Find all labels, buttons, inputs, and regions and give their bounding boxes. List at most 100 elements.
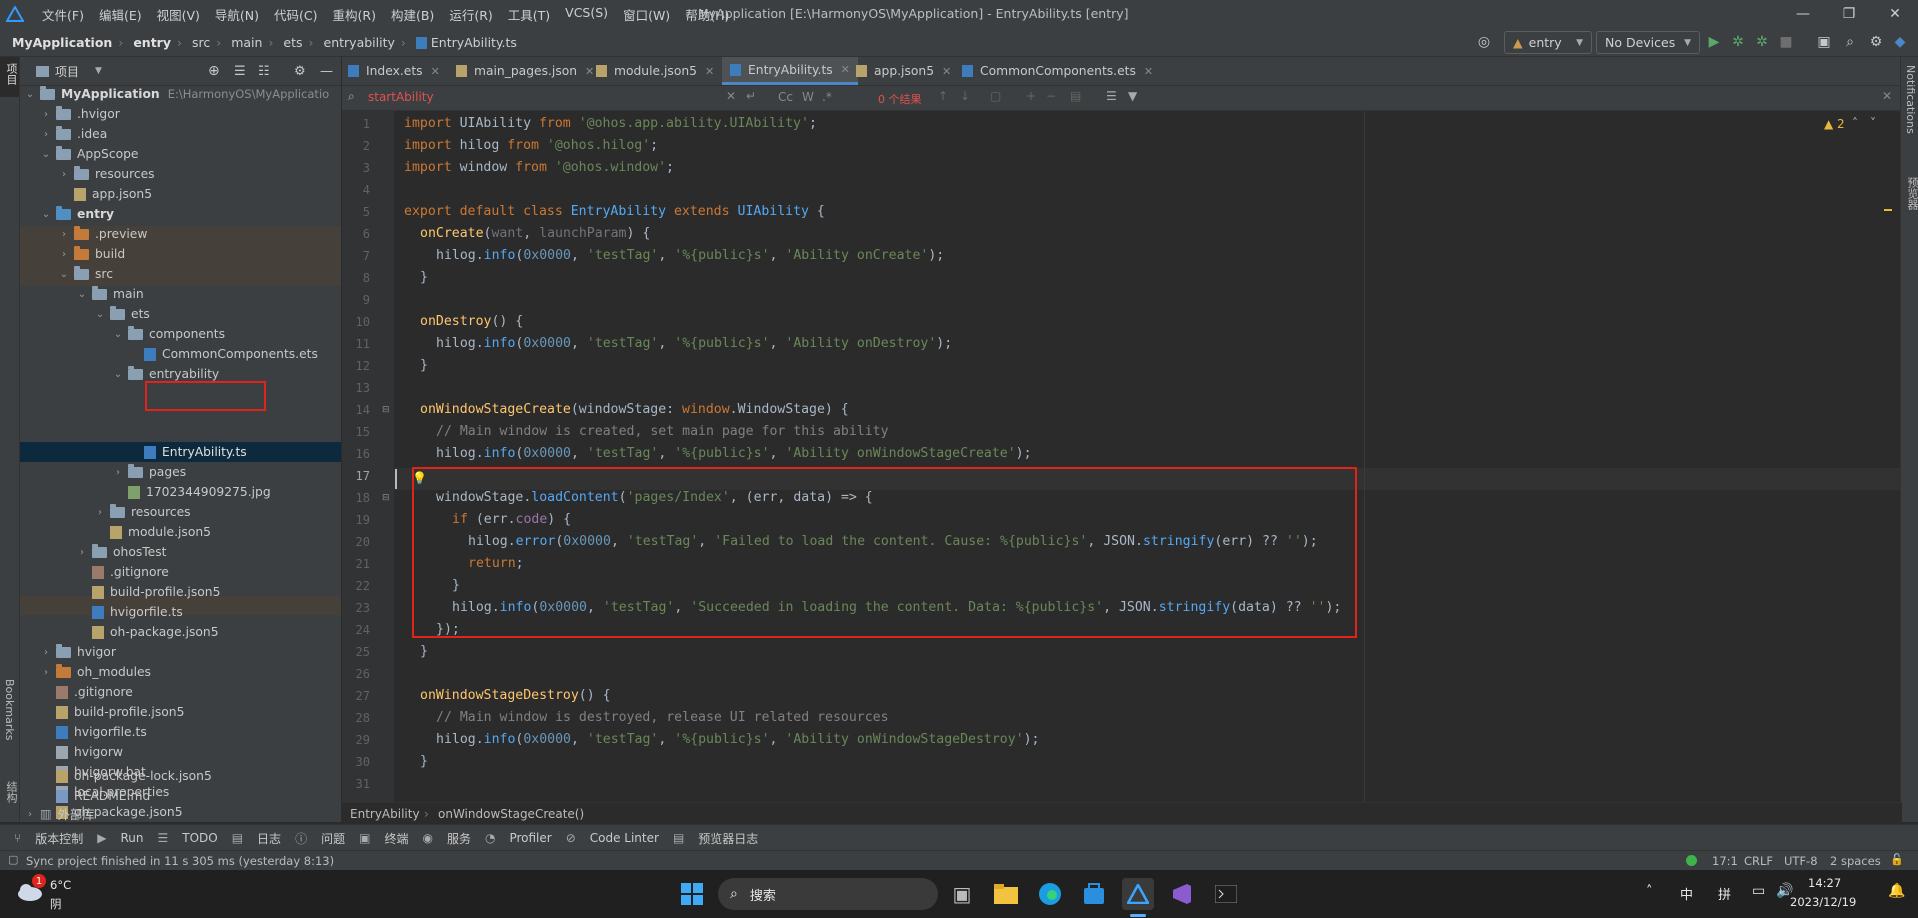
close-icon[interactable]: ✕ <box>705 65 714 78</box>
expand-all-icon[interactable]: ☰ <box>234 64 246 79</box>
status-message[interactable]: Sync project finished in 11 s 305 ms (ye… <box>26 854 334 868</box>
tree-item[interactable]: oh-package-lock.json5 <box>52 766 212 786</box>
notifications-stripe-label[interactable]: Notifications <box>1904 65 1917 134</box>
tree-item[interactable]: › .preview <box>58 224 147 244</box>
previous-occurrence-icon[interactable]: ↑ <box>938 89 948 103</box>
menu-view[interactable]: 视图(V) <box>157 5 200 24</box>
tree-item[interactable]: oh-package.json5 <box>88 622 219 642</box>
tree-item[interactable]: ⌄ main <box>76 284 144 304</box>
locate-icon[interactable]: ⊕ <box>208 63 220 79</box>
settings-icon[interactable]: ⚙ <box>1866 32 1886 52</box>
hide-icon[interactable]: — <box>320 64 333 79</box>
lock-icon[interactable]: 🔓 <box>1890 853 1904 866</box>
tree-item[interactable]: ⌄ AppScope <box>40 144 139 164</box>
close-icon[interactable]: ✕ <box>585 65 594 78</box>
tree-item-external-libs[interactable]: › ▥ 外部库 <box>24 804 95 824</box>
notifications-icon[interactable]: 🔔 <box>1888 883 1905 899</box>
remove-selection-icon[interactable]: − <box>1046 89 1056 103</box>
tree-item[interactable]: .gitignore <box>88 562 169 582</box>
chevron-down-icon[interactable]: ˅ <box>1870 116 1876 130</box>
network-icon[interactable]: ▭ <box>1752 883 1765 899</box>
menu-navigate[interactable]: 导航(N) <box>215 5 259 24</box>
search-icon[interactable]: ⌕ <box>1840 32 1860 52</box>
menu-vcs[interactable]: VCS(S) <box>565 5 608 24</box>
tab-app-json5[interactable]: app.json5 ✕ <box>856 57 951 85</box>
breadcrumb-item[interactable]: EntryAbility.ts <box>431 35 517 50</box>
chevron-up-icon[interactable]: ˄ <box>1852 116 1858 130</box>
clock-date[interactable]: 2023/12/19 <box>1790 895 1856 909</box>
clock-time[interactable]: 14:27 <box>1808 876 1841 890</box>
tool-window-services[interactable]: 服务 <box>447 830 471 847</box>
search-input[interactable]: startAbility <box>368 90 434 104</box>
breadcrumb-item[interactable]: entryability <box>324 35 395 50</box>
bookmarks-stripe-label[interactable]: Bookmarks <box>3 679 16 740</box>
line-separator[interactable]: CRLF <box>1744 854 1773 868</box>
whole-words-toggle[interactable]: W <box>802 90 814 104</box>
regex-toggle[interactable]: .* <box>822 90 832 104</box>
start-button[interactable] <box>676 878 708 910</box>
menu-file[interactable]: 文件(F) <box>42 5 84 24</box>
select-all-icon[interactable]: ▤ <box>1070 89 1081 103</box>
add-selection-icon[interactable]: + <box>1026 89 1036 103</box>
collapse-all-icon[interactable]: ☷ <box>258 64 270 79</box>
tool-window-problems[interactable]: 问题 <box>321 830 345 847</box>
store-icon[interactable] <box>1078 878 1110 910</box>
structure-stripe-label[interactable]: 结构 <box>3 781 19 803</box>
tree-item[interactable]: CommonComponents.ets <box>140 344 318 364</box>
minimize-button[interactable]: — <box>1780 0 1826 28</box>
caret-position[interactable]: 17:1 <box>1712 854 1738 868</box>
project-panel-title[interactable]: 项目 <box>55 63 79 80</box>
match-case-toggle[interactable]: Cc <box>778 90 793 104</box>
menu-tools[interactable]: 工具(T) <box>508 5 550 24</box>
weather-widget[interactable]: 1 <box>16 874 46 904</box>
tool-window-terminal[interactable]: 终端 <box>384 830 408 847</box>
tree-item[interactable]: › .idea <box>40 124 107 144</box>
tree-item[interactable]: module.json5 <box>106 522 211 542</box>
file-encoding[interactable]: UTF-8 <box>1784 854 1818 868</box>
close-icon[interactable]: ✕ <box>1144 65 1153 78</box>
tree-item[interactable]: hvigorfile.ts <box>52 722 147 742</box>
tree-item[interactable]: hvigorfile.ts <box>88 602 183 622</box>
tree-item[interactable]: › pages <box>112 462 186 482</box>
close-window-button[interactable]: ✕ <box>1872 0 1918 28</box>
breadcrumb-item[interactable]: entry <box>133 35 171 50</box>
menu-edit[interactable]: 编辑(E) <box>99 5 142 24</box>
fold-marker-icon[interactable]: ⊟ <box>382 405 390 415</box>
chevron-up-icon[interactable]: ˄ <box>1646 884 1653 899</box>
tree-item[interactable]: README.md <box>52 786 150 806</box>
tool-window-previewer-log[interactable]: 预览器日志 <box>698 830 758 847</box>
fold-marker-icon[interactable]: ⊟ <box>382 493 390 503</box>
tool-window-log[interactable]: 日志 <box>257 830 281 847</box>
tool-window-vcs[interactable]: 版本控制 <box>35 830 83 847</box>
tree-item[interactable]: › build <box>58 244 125 264</box>
deveco-studio-icon[interactable] <box>1122 878 1154 910</box>
filter-icon[interactable]: ▼ <box>1128 89 1137 103</box>
menu-run[interactable]: 运行(R) <box>449 5 492 24</box>
tab-commoncomponents-ets[interactable]: CommonComponents.ets ✕ <box>962 57 1153 85</box>
task-view-icon[interactable]: ▣ <box>946 878 978 910</box>
restore-button[interactable]: ❐ <box>1826 0 1872 28</box>
tree-item[interactable]: › ohosTest <box>76 542 166 562</box>
visual-studio-icon[interactable] <box>1166 878 1198 910</box>
close-icon[interactable]: ✕ <box>841 63 850 76</box>
tab-main-pages-json[interactable]: main_pages.json ✕ <box>456 57 594 85</box>
breadcrumb-method[interactable]: onWindowStageCreate() <box>438 807 584 821</box>
tab-module-json5[interactable]: module.json5 ✕ <box>596 57 714 85</box>
chevron-down-icon[interactable]: ▼ <box>95 66 102 76</box>
device-dropdown[interactable]: No Devices ▼ <box>1596 31 1700 54</box>
tree-item[interactable]: ⌄ ets <box>94 304 150 324</box>
tree-item[interactable]: › resources <box>58 164 155 184</box>
debug-icon[interactable]: ✲ <box>1728 32 1748 52</box>
clear-search-icon[interactable]: ✕ <box>726 89 736 103</box>
tab-entryability-ts[interactable]: EntryAbility.ts ✕ <box>722 57 858 85</box>
tab-index-ets[interactable]: Index.ets ✕ <box>348 57 440 85</box>
tree-item[interactable]: 1702344909275.jpg <box>124 482 271 502</box>
breadcrumb-item[interactable]: ets <box>283 35 302 50</box>
close-icon[interactable]: ✕ <box>942 65 951 78</box>
warning-marker[interactable] <box>1884 209 1892 211</box>
ime-mode[interactable]: 中 <box>1680 884 1693 903</box>
terminal-app-icon[interactable] <box>1210 878 1242 910</box>
tree-item[interactable]: › resources <box>94 502 191 522</box>
tree-item[interactable]: ⌄ src <box>58 264 113 284</box>
menu-refactor[interactable]: 重构(R) <box>333 5 376 24</box>
